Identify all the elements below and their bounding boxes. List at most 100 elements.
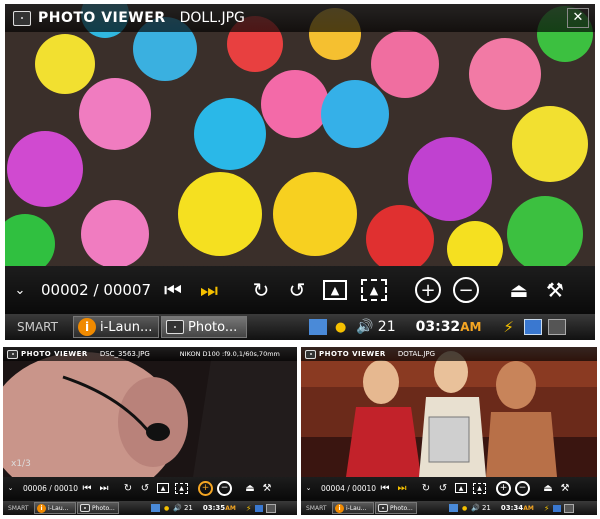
taskbar-app-photo-viewer[interactable]: Photo... [77, 502, 119, 514]
zoom-overlay: x1/3 [11, 459, 31, 469]
taskbar-app-photo-viewer[interactable]: Photo... [161, 316, 247, 338]
fit-screen-icon[interactable]: ▲ [361, 279, 387, 301]
edit-icon[interactable] [266, 503, 277, 513]
zoom-out-icon[interactable]: − [453, 277, 479, 303]
volume-icon[interactable]: 🔊 [471, 504, 480, 512]
control-bar: ⌄ 00004 / 00010 ⏮ ⏭ ↻ ↺ ▲ ▲ + − ⏏ ⚒ [301, 477, 597, 499]
taskbar-app-label: i-Lau... [48, 504, 69, 512]
i-launcher-icon: i [37, 503, 46, 513]
chevron-down-icon[interactable]: ⌄ [6, 484, 15, 492]
file-name: DOTAL.JPG [397, 350, 436, 358]
volume-level: 21 [183, 504, 193, 512]
zoom-in-icon[interactable]: + [198, 480, 213, 496]
taskbar-app-i-launcher[interactable]: i i-Lau... [332, 502, 374, 514]
zoom-in-icon[interactable]: + [415, 277, 441, 303]
app-title: PHOTO VIEWER [319, 350, 386, 358]
camera-icon [7, 349, 18, 359]
image-counter: 00002 / 00007 [41, 281, 151, 299]
smart-button[interactable]: SMART [17, 320, 69, 334]
bulb-icon[interactable]: ● [335, 320, 346, 335]
skip-previous-icon[interactable]: ⏮ [379, 483, 391, 494]
clock-ampm: AM [225, 505, 236, 512]
clock-ampm: AM [523, 505, 534, 512]
camera-icon [378, 504, 388, 512]
counter-separator: / [347, 483, 350, 493]
clock-time: 03:34 [500, 504, 524, 512]
edit-icon[interactable] [564, 503, 575, 513]
clock: 03:35AM [203, 504, 236, 512]
exif-info: NIKON D100 :f9.0,1/60s,70mm [179, 350, 280, 358]
control-bar: ⌄ 00006 / 00010 ⏮ ⏭ ↻ ↺ ▲ ▲ + − ⏏ ⚒ [3, 477, 297, 499]
taskbar-app-label: i-Lau... [346, 504, 367, 512]
current-index: 00006 [23, 483, 47, 493]
skip-previous-icon[interactable]: ⏮ [161, 278, 185, 302]
eject-icon[interactable]: ⏏ [507, 278, 531, 302]
taskbar-app-i-launcher[interactable]: i i-Lau... [34, 502, 76, 514]
clock-time: 03:32 [415, 319, 461, 335]
bulb-icon[interactable]: ● [164, 505, 169, 512]
taskbar: SMART i i-Lau... Photo... ● 🔊 21 03:34AM… [301, 501, 597, 515]
rotate-counterclockwise-icon[interactable]: ↺ [139, 483, 151, 494]
image-counter: 00004 / 00010 [321, 483, 376, 493]
camera-icon [166, 320, 184, 334]
window-icon[interactable] [523, 319, 542, 335]
window-icon[interactable] [255, 504, 264, 512]
chevron-down-icon[interactable]: ⌄ [11, 283, 29, 298]
cartoon-photo [301, 347, 597, 477]
fit-screen-icon[interactable]: ▲ [473, 482, 486, 494]
rotate-clockwise-icon[interactable]: ↻ [122, 483, 134, 494]
wallpaper-icon[interactable]: ▲ [455, 483, 467, 493]
wallpaper-icon[interactable]: ▲ [323, 280, 347, 300]
eject-icon[interactable]: ⏏ [542, 483, 554, 494]
skip-next-icon[interactable]: ⏭ [98, 483, 110, 494]
power-icon[interactable]: ⚡ [544, 504, 550, 513]
counter-separator: / [93, 281, 99, 299]
camera-icon [80, 504, 90, 512]
hammer-icon[interactable]: ⚒ [261, 483, 273, 494]
taskbar-app-label: Photo... [188, 319, 238, 335]
doll-photo [5, 4, 595, 266]
eject-icon[interactable]: ⏏ [244, 483, 256, 494]
network-icon[interactable] [151, 504, 160, 512]
wallpaper-icon[interactable]: ▲ [157, 483, 169, 493]
window-icon[interactable] [553, 504, 562, 512]
bulb-icon[interactable]: ● [462, 505, 467, 512]
skip-next-icon[interactable]: ⏭ [197, 278, 221, 302]
control-bar: ⌄ 00002 / 00007 ⏮ ⏭ ↻ ↺ ▲ ▲ + − ⏏ ⚒ [5, 266, 595, 314]
fit-screen-icon[interactable]: ▲ [175, 482, 188, 494]
i-launcher-icon: i [335, 503, 344, 513]
skip-previous-icon[interactable]: ⏮ [81, 483, 93, 494]
edit-icon[interactable] [547, 319, 566, 335]
smart-button[interactable]: SMART [8, 505, 34, 512]
taskbar-app-i-launcher[interactable]: i i-Laun... [73, 316, 159, 338]
rotate-counterclockwise-icon[interactable]: ↺ [437, 483, 449, 494]
volume-level: 21 [377, 319, 396, 335]
smart-button[interactable]: SMART [306, 505, 332, 512]
network-icon[interactable] [449, 504, 458, 512]
power-icon[interactable]: ⚡ [503, 318, 514, 336]
network-icon[interactable] [309, 319, 327, 335]
zoom-out-icon[interactable]: − [515, 480, 530, 496]
volume-icon[interactable]: 🔊 [173, 504, 182, 512]
close-button[interactable]: ✕ [567, 8, 589, 28]
skip-next-icon[interactable]: ⏭ [396, 483, 408, 494]
zoom-in-icon[interactable]: + [496, 480, 511, 496]
clock-time: 03:35 [202, 504, 226, 512]
rotate-counterclockwise-icon[interactable]: ↺ [285, 278, 309, 302]
chevron-down-icon[interactable]: ⌄ [304, 484, 313, 492]
hammer-icon[interactable]: ⚒ [559, 483, 571, 494]
hammer-icon[interactable]: ⚒ [543, 278, 567, 302]
rotate-clockwise-icon[interactable]: ↻ [420, 483, 432, 494]
taskbar-app-label: i-Laun... [100, 319, 153, 335]
app-title: PHOTO VIEWER [38, 10, 166, 26]
i-launcher-icon: i [78, 318, 96, 336]
counter-separator: / [49, 483, 52, 493]
total-count: 00007 [103, 281, 152, 299]
zoom-out-icon[interactable]: − [217, 480, 232, 496]
taskbar-app-photo-viewer[interactable]: Photo... [375, 502, 417, 514]
volume-icon[interactable]: 🔊 [356, 319, 373, 335]
power-icon[interactable]: ⚡ [246, 504, 252, 513]
rotate-clockwise-icon[interactable]: ↻ [249, 278, 273, 302]
file-name: DOLL.JPG [179, 10, 245, 26]
app-title: PHOTO VIEWER [21, 350, 88, 358]
